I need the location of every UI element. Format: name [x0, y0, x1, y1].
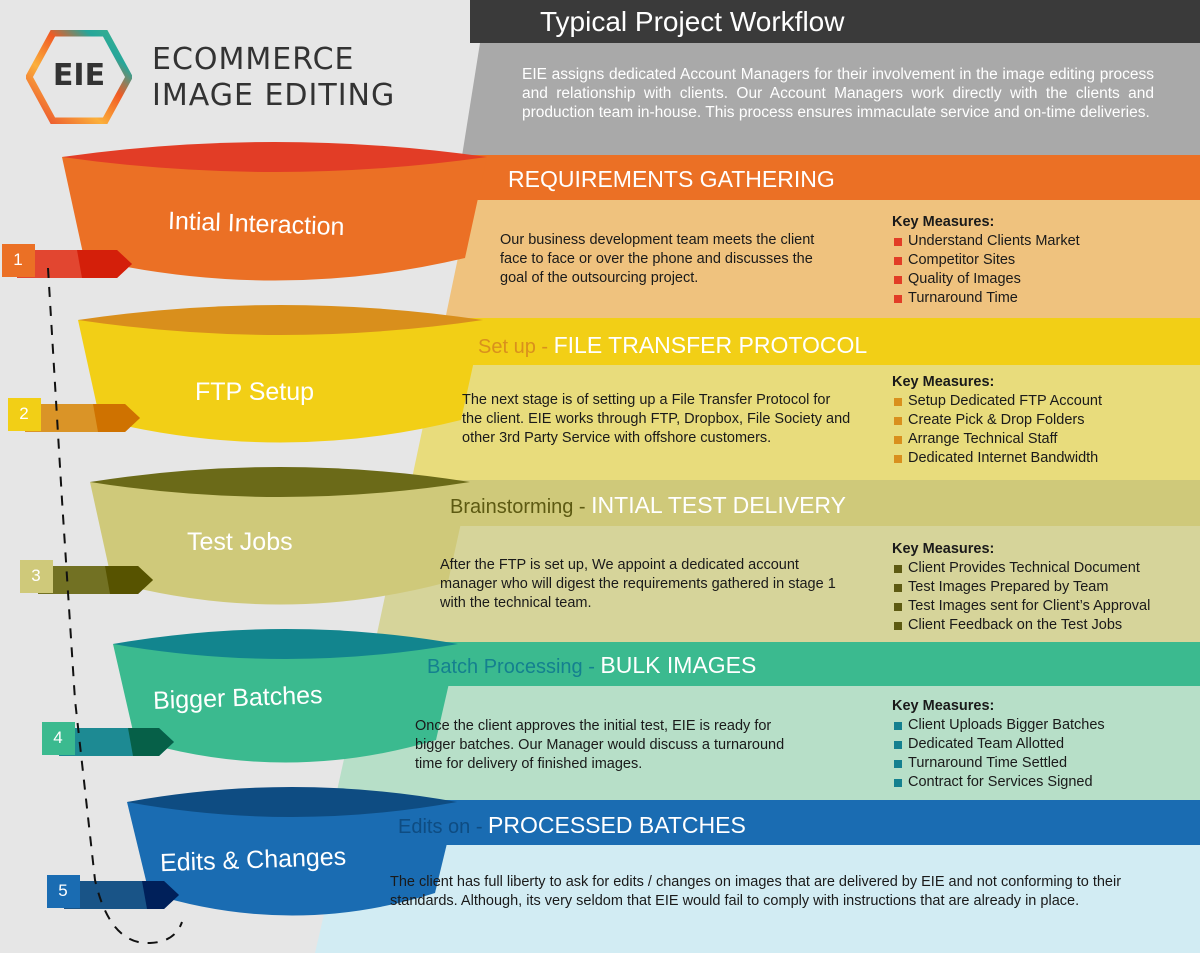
- key-measure-item: Dedicated Internet Bandwidth: [892, 449, 1102, 468]
- key-measures-title: Key Measures:: [892, 214, 995, 230]
- step-number: 5: [58, 881, 68, 900]
- key-measure-item: Quality of Images: [892, 270, 1080, 289]
- intro-text: EIE assigns dedicated Account Managers f…: [522, 66, 1154, 121]
- stage-header-title: BULK IMAGES: [600, 652, 757, 678]
- bullet-square-icon: [894, 295, 902, 303]
- funnel-label: Test Jobs: [187, 528, 293, 556]
- key-measure-item: Test Images Prepared by Team: [892, 578, 1150, 597]
- stage-header-prefix: Set up -: [478, 336, 554, 358]
- step-number: 3: [31, 566, 41, 585]
- workflow-background: [2, 0, 1200, 953]
- key-measure-text: Dedicated Internet Bandwidth: [908, 450, 1099, 466]
- stage-description: Our business development team meets the …: [500, 232, 815, 286]
- key-measure-item: Arrange Technical Staff: [892, 430, 1102, 449]
- stage-header: Brainstorming - INTIAL TEST DELIVERY: [450, 492, 846, 519]
- key-measures-title: Key Measures:: [892, 698, 995, 714]
- funnel-label: Bigger Batches: [152, 681, 323, 715]
- key-measure-item: Client Uploads Bigger Batches: [892, 716, 1105, 735]
- key-measures-title: Key Measures:: [892, 374, 995, 390]
- stage-header: Batch Processing - BULK IMAGES: [427, 652, 756, 679]
- bullet-square-icon: [894, 565, 902, 573]
- stage-header: Set up - FILE TRANSFER PROTOCOL: [478, 332, 867, 359]
- stage-header-title: INTIAL TEST DELIVERY: [591, 492, 846, 518]
- key-measure-item: Competitor Sites: [892, 251, 1080, 270]
- key-measure-text: Arrange Technical Staff: [908, 431, 1058, 447]
- bullet-square-icon: [894, 398, 902, 406]
- bullet-square-icon: [894, 622, 902, 630]
- bullet-square-icon: [894, 257, 902, 265]
- logo-line-1: ECOMMERCE: [152, 42, 355, 77]
- key-measure-text: Test Images Prepared by Team: [908, 579, 1109, 595]
- key-measures: Key Measures: Understand Clients Market Co…: [892, 213, 1080, 308]
- logo-mark: EIE: [52, 58, 106, 93]
- stage-description: The client has full liberty to ask for e…: [390, 874, 1122, 909]
- key-measure-text: Dedicated Team Allotted: [908, 736, 1065, 752]
- logo-line-2: IMAGE EDITING: [152, 78, 396, 113]
- stage-header: Edits on - PROCESSED BATCHES: [398, 812, 746, 839]
- bullet-square-icon: [894, 417, 902, 425]
- bullet-square-icon: [894, 603, 902, 611]
- key-measure-item: Client Feedback on the Test Jobs: [892, 616, 1150, 635]
- stage-description: Once the client approves the initial tes…: [415, 718, 785, 772]
- step-number: 2: [19, 404, 29, 423]
- key-measures: Key Measures: Client Uploads Bigger Batch…: [892, 697, 1105, 792]
- stage-description: After the FTP is set up, We appoint a de…: [440, 557, 836, 611]
- key-measures-list: Client Uploads Bigger Batches Dedicated T…: [892, 716, 1105, 792]
- key-measure-item: Client Provides Technical Document: [892, 559, 1150, 578]
- key-measure-text: Create Pick & Drop Folders: [908, 412, 1085, 428]
- key-measure-item: Turnaround Time: [892, 289, 1080, 308]
- key-measure-text: Client Feedback on the Test Jobs: [908, 617, 1123, 633]
- key-measure-text: Turnaround Time: [908, 290, 1018, 306]
- key-measure-text: Test Images sent for Client’s Approval: [908, 598, 1151, 614]
- key-measure-text: Turnaround Time Settled: [908, 755, 1068, 771]
- stage-header-prefix: Edits on -: [398, 816, 489, 838]
- key-measure-text: Quality of Images: [908, 271, 1021, 287]
- stage-header-title: PROCESSED BATCHES: [488, 812, 746, 838]
- stage-description: The next stage is of setting up a File T…: [462, 392, 851, 446]
- stage-header-title: FILE TRANSFER PROTOCOL: [553, 332, 868, 358]
- funnel-label: Intial Interaction: [167, 206, 345, 242]
- key-measures-list: Setup Dedicated FTP Account Create Pick &…: [892, 392, 1102, 468]
- step-number: 1: [13, 250, 23, 269]
- bullet-square-icon: [894, 584, 902, 592]
- step-number: 4: [53, 728, 63, 747]
- key-measure-item: Understand Clients Market: [892, 232, 1080, 251]
- key-measure-text: Setup Dedicated FTP Account: [908, 393, 1102, 409]
- key-measure-text: Competitor Sites: [908, 252, 1016, 268]
- key-measure-item: Turnaround Time Settled: [892, 754, 1105, 773]
- key-measure-text: Client Provides Technical Document: [908, 560, 1140, 576]
- key-measure-item: Contract for Services Signed: [892, 773, 1105, 792]
- bullet-square-icon: [894, 779, 902, 787]
- stage-header-prefix: Brainstorming -: [450, 496, 592, 518]
- key-measure-text: Understand Clients Market: [908, 233, 1080, 249]
- key-measures-list: Understand Clients Market Competitor Site…: [892, 232, 1080, 308]
- bullet-square-icon: [894, 455, 902, 463]
- key-measures-list: Client Provides Technical Document Test I…: [892, 559, 1150, 635]
- stage-header: REQUIREMENTS GATHERING: [508, 166, 835, 193]
- key-measure-text: Client Uploads Bigger Batches: [908, 717, 1105, 733]
- key-measure-item: Dedicated Team Allotted: [892, 735, 1105, 754]
- bullet-square-icon: [894, 722, 902, 730]
- key-measures: Key Measures: Client Provides Technical D…: [892, 540, 1150, 635]
- key-measure-text: Contract for Services Signed: [908, 774, 1093, 790]
- bullet-square-icon: [894, 238, 902, 246]
- key-measures-title: Key Measures:: [892, 541, 995, 557]
- bullet-square-icon: [894, 276, 902, 284]
- key-measure-item: Setup Dedicated FTP Account: [892, 392, 1102, 411]
- funnel-label: FTP Setup: [195, 378, 315, 406]
- key-measure-item: Create Pick & Drop Folders: [892, 411, 1102, 430]
- key-measures: Key Measures: Setup Dedicated FTP Account…: [892, 373, 1102, 468]
- bullet-square-icon: [894, 436, 902, 444]
- stage-header-prefix: Batch Processing -: [427, 656, 601, 678]
- bullet-square-icon: [894, 741, 902, 749]
- page-title: Typical Project Workflow: [540, 6, 845, 37]
- bullet-square-icon: [894, 760, 902, 768]
- key-measure-item: Test Images sent for Client’s Approval: [892, 597, 1150, 616]
- logo-wordmark: ECOMMERCE IMAGE EDITING: [152, 42, 395, 114]
- stage-header-title: REQUIREMENTS GATHERING: [508, 166, 835, 192]
